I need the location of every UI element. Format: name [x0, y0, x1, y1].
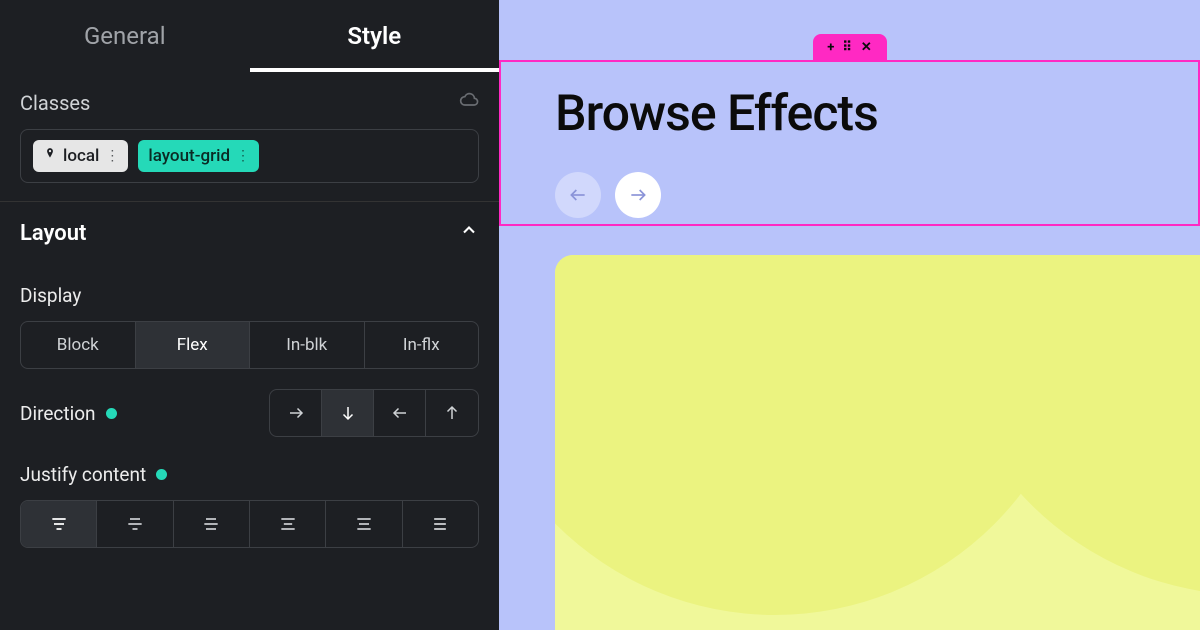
class-chip-local[interactable]: local ⋮: [33, 140, 128, 172]
design-canvas[interactable]: + ⠿ ✕ Browse Effects: [499, 0, 1200, 630]
justify-label-wrap: Justify content: [20, 463, 479, 486]
direction-right[interactable]: [270, 390, 322, 436]
panel-tabs: General Style: [0, 0, 499, 72]
justify-center[interactable]: [97, 501, 173, 547]
indicator-dot-icon: [156, 469, 167, 480]
classes-label: Classes: [20, 91, 90, 115]
chip-tag-label: layout-grid: [148, 146, 230, 166]
display-segmented: Block Flex In-blk In-flx: [20, 321, 479, 369]
justify-around[interactable]: [326, 501, 402, 547]
tab-general[interactable]: General: [0, 0, 250, 72]
justify-segmented: [20, 500, 479, 548]
nav-next-button[interactable]: [615, 172, 661, 218]
display-option-inblk[interactable]: In-blk: [250, 322, 365, 368]
display-option-inflx[interactable]: In-flx: [365, 322, 479, 368]
display-option-flex[interactable]: Flex: [136, 322, 251, 368]
display-label: Display: [20, 284, 479, 307]
display-option-block[interactable]: Block: [21, 322, 136, 368]
direction-up[interactable]: [426, 390, 478, 436]
tab-style[interactable]: Style: [250, 0, 500, 72]
justify-between[interactable]: [250, 501, 326, 547]
chip-menu-icon[interactable]: ⋮: [236, 148, 249, 164]
add-icon[interactable]: +: [827, 40, 834, 55]
close-icon[interactable]: ✕: [861, 40, 872, 55]
classes-title-row: Classes: [20, 90, 479, 115]
classes-input-row[interactable]: local ⋮ layout-grid ⋮: [20, 129, 479, 183]
chip-local-label: local: [63, 146, 99, 166]
direction-label-wrap: Direction: [20, 402, 117, 425]
chevron-up-icon: [459, 220, 479, 246]
direction-row: Direction: [20, 389, 479, 437]
layout-section: Layout Display Block Flex In-blk In-flx …: [0, 202, 499, 556]
direction-left[interactable]: [374, 390, 426, 436]
justify-start[interactable]: [21, 501, 97, 547]
selection-toolbar[interactable]: + ⠿ ✕: [813, 34, 887, 60]
direction-down[interactable]: [322, 390, 374, 436]
class-chip-layout-grid[interactable]: layout-grid ⋮: [138, 140, 259, 172]
carousel-nav: [555, 172, 661, 218]
canvas-heading[interactable]: Browse Effects: [555, 85, 878, 143]
chip-menu-icon[interactable]: ⋮: [105, 148, 118, 164]
classes-section: Classes local ⋮ layout-grid ⋮: [0, 72, 499, 202]
justify-end[interactable]: [174, 501, 250, 547]
style-panel: General Style Classes local ⋮ layout-gri…: [0, 0, 499, 630]
canvas-graphic[interactable]: [555, 255, 1200, 630]
layout-header[interactable]: Layout: [20, 220, 479, 246]
drag-handle-icon[interactable]: ⠿: [842, 40, 853, 55]
direction-segmented: [269, 389, 479, 437]
pin-icon: [43, 146, 57, 166]
indicator-dot-icon: [106, 408, 117, 419]
justify-label: Justify content: [20, 463, 146, 486]
layout-title: Layout: [20, 221, 86, 246]
nav-prev-button[interactable]: [555, 172, 601, 218]
justify-evenly[interactable]: [403, 501, 478, 547]
direction-label: Direction: [20, 402, 96, 425]
cloud-icon[interactable]: [459, 90, 479, 115]
